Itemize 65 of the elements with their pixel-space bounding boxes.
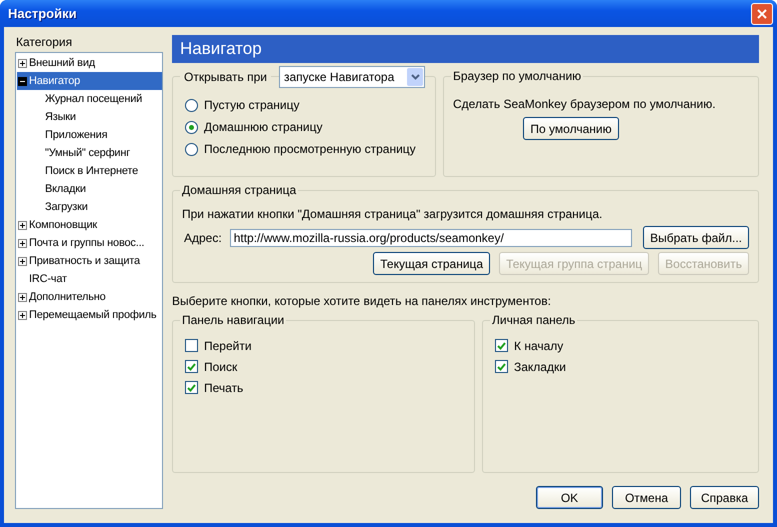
address-label: Адрес: [184,230,222,244]
expand-icon[interactable] [18,238,27,248]
collapse-icon[interactable] [18,76,27,86]
tree-item[interactable]: Журнал посещений [17,90,162,108]
address-field[interactable]: http://www.mozilla-russia.org/products/seamonkey/ [230,228,632,246]
close-icon [757,8,767,18]
group-title: Личная панель [490,313,578,327]
checkbox-label: Печать [204,380,244,394]
set-default-button[interactable]: По умолчанию [523,117,619,140]
radio-label: Домашнюю страницу [204,120,322,134]
radio-label: Пустую страницу [204,98,300,112]
checkbox[interactable] [185,381,198,394]
checkbox-label: Перейти [204,338,252,352]
chevron-down-icon [410,74,420,80]
dialog-button[interactable]: Отмена [612,486,681,509]
checkbox[interactable] [495,339,508,352]
category-label: Категория [15,35,74,51]
checkbox[interactable] [495,360,508,373]
tree-item[interactable]: Приложения [17,126,162,144]
tree-item[interactable]: Перемещаемый профиль [17,306,162,324]
tree-item[interactable]: Загрузки [17,198,162,216]
close-button[interactable] [751,2,773,24]
tree-item[interactable]: Языки [17,108,162,126]
tree-item[interactable]: Поиск в Интернете [17,162,162,180]
dialog-button[interactable]: Справка [690,486,759,509]
open-at-label: Открывать при [180,70,271,84]
group-title: Панель навигации [180,313,286,327]
checkmark-icon [187,362,196,370]
page-header: Навигатор [172,35,759,63]
window-title: Настройки [7,6,77,21]
checkmark-icon [497,362,506,370]
radio-button[interactable] [185,142,198,156]
radio-button[interactable] [185,98,198,112]
checkbox[interactable] [185,339,198,352]
default-browser-text: Сделать SeaMonkey браузером по умолчанию. [453,97,716,111]
dialog-button[interactable]: OK [536,486,603,509]
tree-item[interactable]: Дополнительно [17,288,162,306]
expand-icon[interactable] [18,58,27,68]
group-title: Домашняя страница [180,183,298,197]
checkbox[interactable] [185,360,198,373]
tree-item[interactable]: IRC-чат [17,270,162,288]
open-at-dropdown[interactable]: запуске Навигатора [279,66,425,88]
radio-button[interactable] [185,120,198,134]
tree-item[interactable]: "Умный" серфинг [17,144,162,162]
expand-icon[interactable] [18,220,27,230]
tree-item[interactable]: Внешний вид [17,54,162,72]
radio-label: Последнюю просмотренную страницу [204,142,416,156]
checkbox-label: К началу [514,338,564,352]
group-title: Браузер по умолчанию [451,69,584,83]
expand-icon[interactable] [18,292,27,302]
tree-item[interactable]: Приватность и защита [17,252,162,270]
checkbox-label: Закладки [514,360,566,374]
checkmark-icon [497,342,506,350]
expand-icon[interactable] [18,256,27,266]
home-page-text: При нажатии кнопки "Домашняя страница" загрузится домашняя страница. [182,207,602,221]
tree-item[interactable]: Компоновщик [17,216,162,234]
expand-icon[interactable] [18,310,27,320]
tree-item[interactable]: Навигатор [17,72,162,90]
browse-button[interactable]: Выбрать файл... [643,226,749,249]
toolbar-hint: Выберите кнопки, которые хотите видеть на панелях инструментов: [172,294,551,308]
home-page-button[interactable]: Текущая страница [373,252,490,275]
checkbox-label: Поиск [204,360,238,374]
tree-item[interactable]: Вкладки [17,180,162,198]
checkmark-icon [187,384,196,392]
tree-item[interactable]: Почта и группы новос... [17,234,162,252]
